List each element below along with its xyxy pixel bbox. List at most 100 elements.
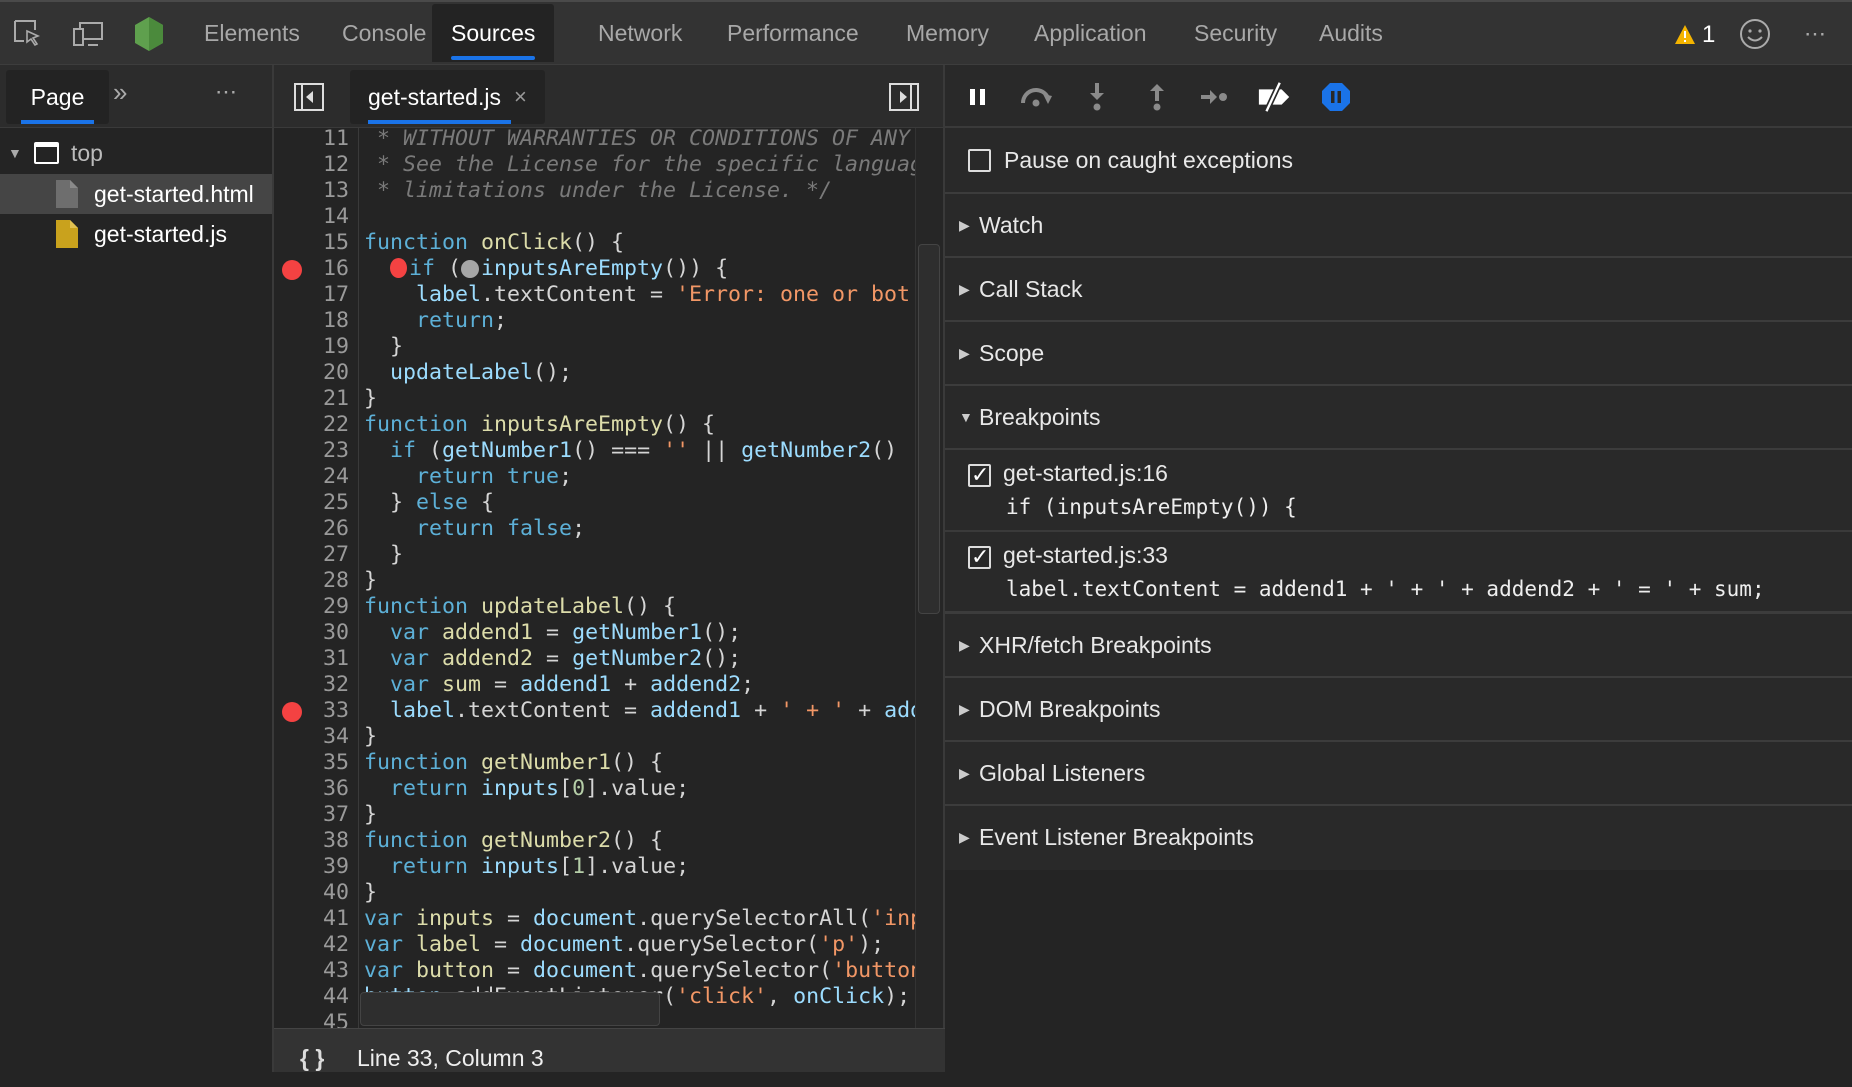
sidebar-menu-icon[interactable]: ⋯ bbox=[215, 79, 239, 105]
tree-item-top[interactable]: ▼ top bbox=[0, 133, 272, 173]
line-number[interactable]: 31 bbox=[274, 646, 349, 672]
toggle-debugger-icon[interactable] bbox=[889, 83, 919, 116]
code-line[interactable]: 38 function getNumber2() { bbox=[274, 828, 915, 854]
line-number[interactable]: 43 bbox=[274, 958, 349, 984]
line-number[interactable]: 35 bbox=[274, 750, 349, 776]
code-line[interactable]: 27 } bbox=[274, 542, 915, 568]
close-tab-icon[interactable]: × bbox=[514, 70, 527, 124]
code-line[interactable]: 35 function getNumber1() { bbox=[274, 750, 915, 776]
line-number[interactable]: 40 bbox=[274, 880, 349, 906]
tab-security[interactable]: Security bbox=[1175, 4, 1296, 62]
tab-memory[interactable]: Memory bbox=[887, 4, 1008, 62]
code-line[interactable]: 17 label.textContent = 'Error: one or bo… bbox=[274, 282, 915, 308]
code-line[interactable]: 16 if (inputsAreEmpty()) { bbox=[274, 256, 915, 282]
code-line[interactable]: 39 return inputs[1].value; bbox=[274, 854, 915, 880]
code-line[interactable]: 14 bbox=[274, 204, 915, 230]
tab-elements[interactable]: Elements bbox=[185, 4, 319, 62]
section-breakpoints[interactable]: ▼ Breakpoints bbox=[945, 386, 1852, 450]
line-number[interactable]: 32 bbox=[274, 672, 349, 698]
line-number[interactable]: 37 bbox=[274, 802, 349, 828]
line-number[interactable]: 17 bbox=[274, 282, 349, 308]
editor-tab[interactable]: get-started.js × bbox=[350, 70, 545, 124]
line-number[interactable]: 30 bbox=[274, 620, 349, 646]
section-watch[interactable]: ▶ Watch bbox=[945, 194, 1852, 258]
line-number[interactable]: 24 bbox=[274, 464, 349, 490]
tree-item-file[interactable]: get-started.html bbox=[0, 174, 272, 214]
breakpoint-item[interactable]: get-started.js:33 label.textContent = ad… bbox=[945, 532, 1852, 614]
line-number[interactable]: 36 bbox=[274, 776, 349, 802]
node-icon[interactable] bbox=[131, 16, 167, 52]
breakpoint-checkbox[interactable] bbox=[968, 461, 991, 489]
breakpoint-checkbox[interactable] bbox=[968, 543, 991, 571]
more-options-icon[interactable]: ⋯ bbox=[1797, 16, 1833, 52]
pause-on-caught-exceptions[interactable]: Pause on caught exceptions bbox=[945, 128, 1852, 194]
pause-on-caught-checkbox[interactable] bbox=[968, 149, 991, 172]
code-line[interactable]: 32 var sum = addend1 + addend2; bbox=[274, 672, 915, 698]
line-number[interactable]: 42 bbox=[274, 932, 349, 958]
line-number[interactable]: 25 bbox=[274, 490, 349, 516]
step-out-icon[interactable] bbox=[1139, 79, 1175, 115]
line-number[interactable]: 23 bbox=[274, 438, 349, 464]
line-number[interactable]: 15 bbox=[274, 230, 349, 256]
warning-indicator[interactable]: 1 bbox=[1674, 20, 1715, 50]
tab-network[interactable]: Network bbox=[579, 4, 701, 62]
line-number[interactable]: 27 bbox=[274, 542, 349, 568]
line-number[interactable]: 16 bbox=[274, 256, 349, 282]
line-number[interactable]: 13 bbox=[274, 178, 349, 204]
line-number[interactable]: 44 bbox=[274, 984, 349, 1010]
tab-page[interactable]: Page bbox=[6, 70, 109, 124]
line-number[interactable]: 21 bbox=[274, 386, 349, 412]
line-number[interactable]: 45 bbox=[274, 1010, 349, 1028]
code-line[interactable]: 34} bbox=[274, 724, 915, 750]
section-scope[interactable]: ▶ Scope bbox=[945, 322, 1852, 386]
code-line[interactable]: 42 var label = document.querySelector('p'… bbox=[274, 932, 915, 958]
pause-icon[interactable] bbox=[960, 79, 996, 115]
code-line[interactable]: 26 return false; bbox=[274, 516, 915, 542]
section-xhr-breakpoints[interactable]: ▶ XHR/fetch Breakpoints bbox=[945, 614, 1852, 678]
code-line[interactable]: 43 var button = document.querySelector('b… bbox=[274, 958, 915, 984]
tab-console[interactable]: Console bbox=[323, 4, 445, 62]
scrollbar-thumb[interactable] bbox=[918, 244, 940, 614]
line-number[interactable]: 34 bbox=[274, 724, 349, 750]
line-number[interactable]: 11 bbox=[274, 128, 349, 152]
inspect-element-icon[interactable] bbox=[10, 16, 46, 52]
more-tabs-icon[interactable]: » bbox=[113, 77, 127, 108]
code-line[interactable]: 30 var addend1 = getNumber1(); bbox=[274, 620, 915, 646]
code-line[interactable]: 40} bbox=[274, 880, 915, 906]
section-event-listener-breakpoints[interactable]: ▶ Event Listener Breakpoints bbox=[945, 806, 1852, 870]
vertical-scrollbar[interactable] bbox=[915, 128, 943, 1028]
line-number[interactable]: 29 bbox=[274, 594, 349, 620]
tab-audits[interactable]: Audits bbox=[1300, 4, 1402, 62]
device-toolbar-icon[interactable] bbox=[70, 16, 106, 52]
tab-sources[interactable]: Sources bbox=[432, 4, 555, 62]
line-number[interactable]: 28 bbox=[274, 568, 349, 594]
line-number[interactable]: 12 bbox=[274, 152, 349, 178]
line-number[interactable]: 41 bbox=[274, 906, 349, 932]
tab-application[interactable]: Application bbox=[1015, 4, 1166, 62]
code-line[interactable]: 11 * WITHOUT WARRANTIES OR CONDITIONS OF… bbox=[274, 128, 915, 152]
code-line[interactable]: 18 return; bbox=[274, 308, 915, 334]
code-area[interactable]: 11 * WITHOUT WARRANTIES OR CONDITIONS OF… bbox=[274, 128, 915, 1028]
section-global-listeners[interactable]: ▶ Global Listeners bbox=[945, 742, 1852, 806]
code-line[interactable]: 28} bbox=[274, 568, 915, 594]
code-line[interactable]: 33 label.textContent = addend1 + ' + ' +… bbox=[274, 698, 915, 724]
line-number[interactable]: 33 bbox=[274, 698, 349, 724]
code-line[interactable]: 20 updateLabel(); bbox=[274, 360, 915, 386]
line-number[interactable]: 18 bbox=[274, 308, 349, 334]
code-line[interactable]: 31 var addend2 = getNumber2(); bbox=[274, 646, 915, 672]
line-number[interactable]: 22 bbox=[274, 412, 349, 438]
code-line[interactable]: 12 * See the License for the specific la… bbox=[274, 152, 915, 178]
feedback-smiley-icon[interactable] bbox=[1737, 16, 1773, 52]
code-line[interactable]: 23 if (getNumber1() === '' || getNumber2… bbox=[274, 438, 915, 464]
code-line[interactable]: 25 } else { bbox=[274, 490, 915, 516]
line-number[interactable]: 38 bbox=[274, 828, 349, 854]
code-line[interactable]: 22 function inputsAreEmpty() { bbox=[274, 412, 915, 438]
code-line[interactable]: 41 var inputs = document.querySelectorAll… bbox=[274, 906, 915, 932]
code-line[interactable]: 15 function onClick() { bbox=[274, 230, 915, 256]
inline-breakpoint-inactive[interactable] bbox=[461, 260, 480, 278]
line-number[interactable]: 26 bbox=[274, 516, 349, 542]
pause-on-exceptions-icon[interactable] bbox=[1318, 79, 1354, 115]
inline-breakpoint-active[interactable] bbox=[390, 258, 408, 278]
step-icon[interactable] bbox=[1197, 79, 1233, 115]
tree-item-file[interactable]: get-started.js bbox=[0, 214, 272, 254]
